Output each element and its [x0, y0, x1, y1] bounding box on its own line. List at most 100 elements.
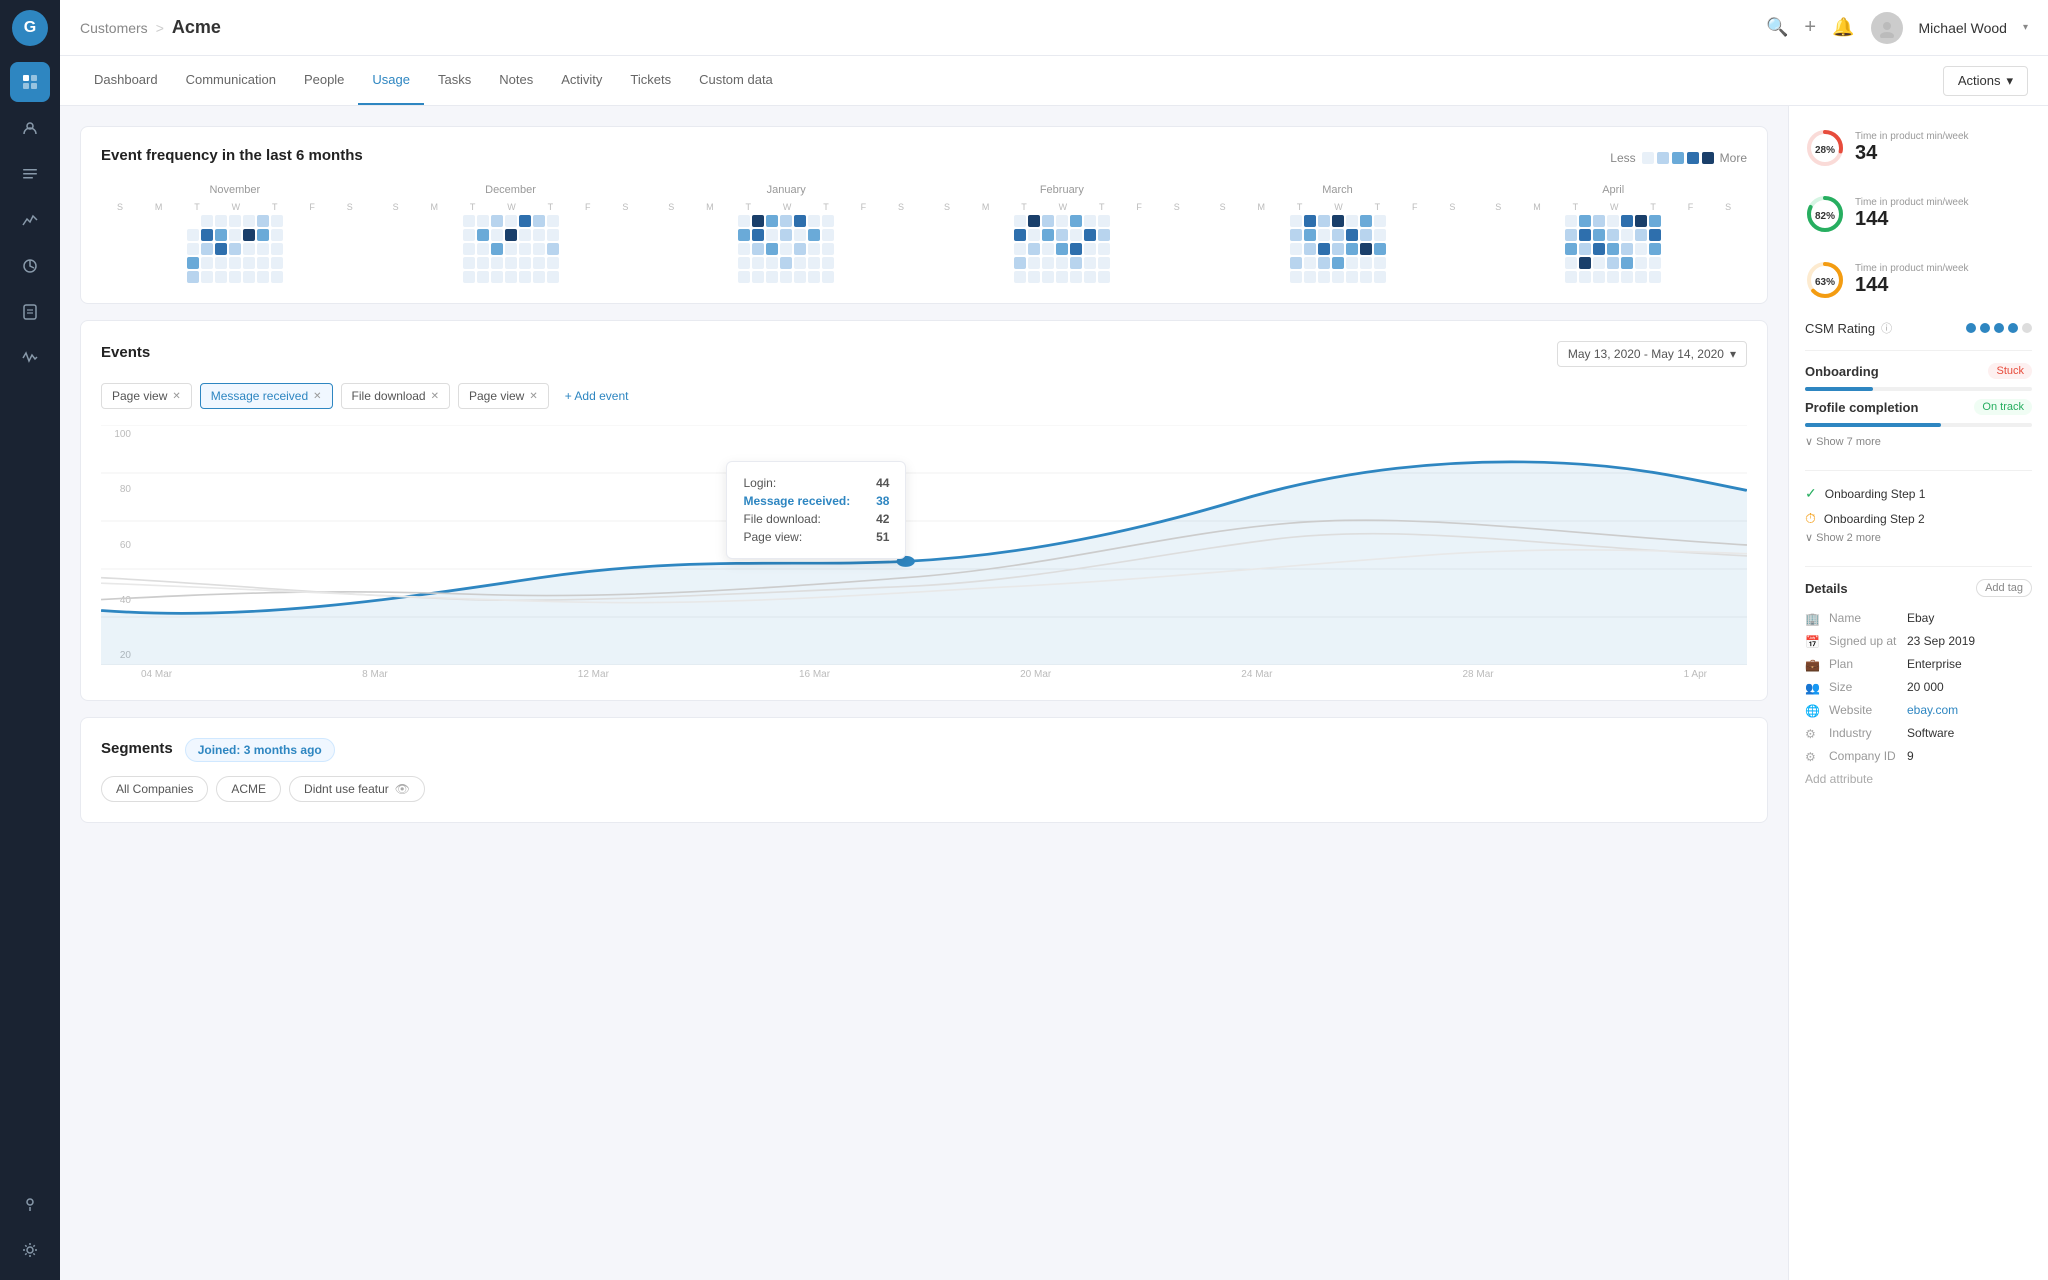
metric-value-3: 144: [1855, 274, 2032, 297]
company-id-icon: ⚙: [1805, 750, 1821, 764]
sidebar-item-health[interactable]: [10, 338, 50, 378]
size-value: 20 000: [1907, 680, 1944, 694]
csm-dot-2: [1980, 323, 1990, 333]
add-event-button[interactable]: + Add event: [557, 383, 637, 409]
date-range-chevron-icon: ▾: [1730, 347, 1736, 361]
sidebar-item-list[interactable]: [10, 154, 50, 194]
globe-icon: 🌐: [1805, 704, 1821, 718]
breadcrumb-parent[interactable]: Customers: [80, 20, 148, 36]
event-tag-label: File download: [352, 389, 426, 403]
metric-info-3: Time in product min/week 144: [1855, 263, 2032, 297]
tooltip-file-val: 42: [876, 512, 889, 526]
website-value: ebay.com: [1907, 703, 1958, 717]
sidebar-item-dashboard[interactable]: [10, 62, 50, 102]
search-icon[interactable]: 🔍: [1766, 17, 1788, 38]
csm-info-icon: ⓘ: [1881, 320, 1892, 336]
csm-dot-5: [2022, 323, 2032, 333]
tab-notes[interactable]: Notes: [485, 56, 547, 105]
eye-icon: 👁: [395, 782, 410, 796]
show-more-1[interactable]: ∨ Show 7 more: [1805, 435, 2032, 448]
chart-wrapper: 100 80 60 40 20: [101, 425, 1747, 680]
month-april: April SMTWTFS: [1479, 184, 1747, 283]
header-actions: 🔍 + 🔔 Michael Wood ▾: [1766, 12, 2028, 44]
chart-area: Login: 44 Message received: 38 File down…: [101, 425, 1747, 665]
segment-tag-all-companies[interactable]: All Companies: [101, 776, 208, 802]
events-title: Events: [101, 344, 150, 361]
month-february: February SMTWTFS: [928, 184, 1196, 283]
tab-tickets[interactable]: Tickets: [616, 56, 685, 105]
tag-remove-icon[interactable]: ✕: [172, 391, 180, 402]
size-label: Size: [1829, 680, 1899, 694]
actions-button[interactable]: Actions ▾: [1943, 66, 2028, 96]
onboarding-row: Onboarding Stuck: [1805, 363, 2032, 379]
company-id-value: 9: [1907, 749, 1914, 763]
tooltip-page-label: Page view:: [743, 530, 802, 544]
bell-icon[interactable]: 🔔: [1832, 17, 1854, 38]
add-tag-button[interactable]: Add tag: [1976, 579, 2032, 597]
tab-communication[interactable]: Communication: [172, 56, 290, 105]
month-january: January SMTWTFS: [652, 184, 920, 283]
details-title: Details: [1805, 581, 1848, 596]
profile-label: Profile completion: [1805, 400, 1918, 415]
legend-box-1: [1657, 152, 1669, 164]
legend-more: More: [1720, 151, 1747, 165]
metric-value-1: 34: [1855, 142, 2032, 165]
event-tag-file-download[interactable]: File download ✕: [341, 383, 450, 409]
month-november: November SMTWTFS: [101, 184, 369, 283]
sidebar-item-light[interactable]: [10, 1184, 50, 1224]
actions-label: Actions: [1958, 73, 2001, 88]
sidebar-item-contacts[interactable]: [10, 108, 50, 148]
tab-custom-data[interactable]: Custom data: [685, 56, 787, 105]
tab-tasks[interactable]: Tasks: [424, 56, 485, 105]
segment-tag-acme[interactable]: ACME: [216, 776, 281, 802]
heatmap-title: Event frequency in the last 6 months: [101, 147, 363, 164]
tag-remove-icon[interactable]: ✕: [313, 391, 321, 402]
signup-label: Signed up at: [1829, 634, 1899, 648]
event-tag-pageview-2[interactable]: Page view ✕: [458, 383, 549, 409]
event-tag-message-received[interactable]: Message received ✕: [200, 383, 333, 409]
onboarding-progress-fill: [1805, 387, 1873, 391]
sidebar-item-tasks[interactable]: [10, 292, 50, 332]
csm-label-group: CSM Rating ⓘ: [1805, 320, 1892, 336]
building-icon: 🏢: [1805, 612, 1821, 626]
name-label: Name: [1829, 611, 1899, 625]
onboarding-progress-bg: [1805, 387, 2032, 391]
tab-people[interactable]: People: [290, 56, 358, 105]
sidebar-item-analytics[interactable]: [10, 246, 50, 286]
detail-website: 🌐 Website ebay.com: [1805, 699, 2032, 722]
tooltip-page-val: 51: [876, 530, 889, 544]
user-name-label[interactable]: Michael Wood: [1919, 20, 2007, 36]
actions-chevron-icon: ▾: [2006, 73, 2013, 89]
right-panel: 28% Time in product min/week 34 82%: [1788, 106, 2048, 1280]
nav-actions: Actions ▾: [1943, 66, 2028, 96]
event-tag-pageview-1[interactable]: Page view ✕: [101, 383, 192, 409]
company-id-label: Company ID: [1829, 749, 1899, 763]
events-card: Events May 13, 2020 - May 14, 2020 ▾ Pag…: [80, 320, 1768, 701]
segment-tag-didnt-use[interactable]: Didnt use featur 👁: [289, 776, 425, 802]
add-attribute-link[interactable]: Add attribute: [1805, 768, 2032, 790]
tab-activity[interactable]: Activity: [547, 56, 616, 105]
legend-less: Less: [1610, 151, 1635, 165]
main-area: Customers > Acme 🔍 + 🔔 Michael Wood ▾ Da…: [60, 0, 2048, 1280]
csm-rating: CSM Rating ⓘ: [1805, 320, 2032, 336]
user-chevron-icon[interactable]: ▾: [2023, 22, 2028, 33]
date-range-button[interactable]: May 13, 2020 - May 14, 2020 ▾: [1557, 341, 1747, 367]
tab-dashboard[interactable]: Dashboard: [80, 56, 172, 105]
step-clock-icon: ⏱: [1805, 510, 1816, 527]
tag-remove-icon[interactable]: ✕: [431, 391, 439, 402]
sidebar-item-settings[interactable]: [10, 1230, 50, 1270]
add-icon[interactable]: +: [1804, 16, 1816, 39]
tooltip-file: File download: 42: [743, 510, 889, 528]
legend-box-0: [1642, 152, 1654, 164]
step-check-icon: ✓: [1805, 485, 1817, 502]
sidebar-item-reports[interactable]: [10, 200, 50, 240]
segment-tags: All Companies ACME Didnt use featur 👁: [101, 776, 1747, 802]
step-2: ⏱ Onboarding Step 2: [1805, 506, 2032, 531]
metric-1: 28% Time in product min/week 34: [1805, 122, 2032, 174]
tag-remove-icon[interactable]: ✕: [529, 391, 537, 402]
sidebar-logo[interactable]: G: [12, 10, 48, 46]
metric-info-2: Time in product min/week 144: [1855, 197, 2032, 231]
show-more-2[interactable]: ∨ Show 2 more: [1805, 531, 2032, 544]
tooltip-message: Message received: 38: [743, 492, 889, 510]
tab-usage[interactable]: Usage: [358, 56, 424, 105]
